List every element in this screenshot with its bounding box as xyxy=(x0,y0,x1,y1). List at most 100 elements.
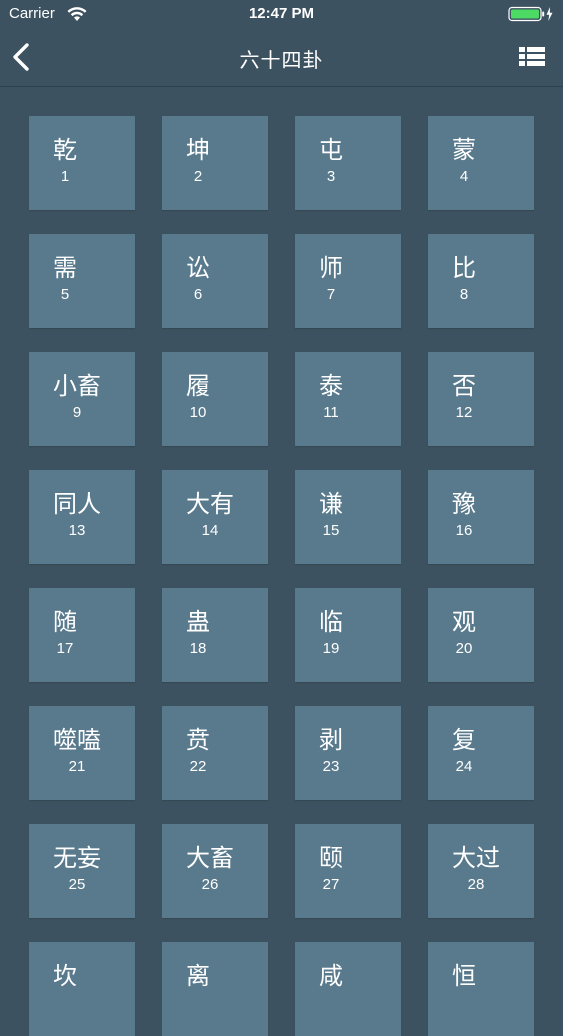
hexagram-number: 19 xyxy=(322,640,340,657)
navigation-bar: 六十四卦 xyxy=(0,30,563,87)
hexagram-number: 16 xyxy=(455,522,473,539)
hexagram-tile[interactable]: 豫 16 xyxy=(428,470,534,564)
hexagram-tile[interactable]: 复 24 xyxy=(428,706,534,800)
hexagram-name: 贲 xyxy=(186,726,210,754)
hexagram-name: 噬嗑 xyxy=(53,726,101,754)
hexagram-name: 履 xyxy=(186,372,210,400)
hexagram-tile[interactable]: 坤2 xyxy=(162,116,268,210)
hexagram-tile[interactable]: 大有 14 xyxy=(162,470,268,564)
hexagram-tile[interactable]: 噬嗑 21 xyxy=(29,706,135,800)
hexagram-name: 离 xyxy=(186,962,210,990)
hexagram-number: 14 xyxy=(201,522,219,539)
hexagram-number: 3 xyxy=(326,168,336,185)
hexagram-tile[interactable]: 离 xyxy=(162,942,268,1036)
hexagram-tile-content: 谦 15 xyxy=(319,490,343,540)
hexagram-name: 大过 xyxy=(452,844,500,872)
hexagram-tile[interactable]: 比8 xyxy=(428,234,534,328)
hexagram-number: 1 xyxy=(60,168,70,185)
hexagram-tile[interactable]: 小畜 9 xyxy=(29,352,135,446)
hexagram-tile[interactable]: 泰 11 xyxy=(295,352,401,446)
hexagram-tile[interactable]: 大过 28 xyxy=(428,824,534,918)
hexagram-number: 2 xyxy=(193,168,203,185)
hexagram-name: 豫 xyxy=(452,490,476,518)
hexagram-number: 6 xyxy=(193,286,203,303)
hexagram-number: 13 xyxy=(68,522,86,539)
hexagram-tile[interactable]: 讼6 xyxy=(162,234,268,328)
hexagram-name: 坤 xyxy=(186,136,210,164)
hexagram-tile-content: 大过 28 xyxy=(452,844,500,894)
hexagram-tile[interactable]: 咸 xyxy=(295,942,401,1036)
hexagram-number: 20 xyxy=(455,640,473,657)
hexagram-tile-content: 坎 xyxy=(53,962,77,994)
hexagram-number: 25 xyxy=(68,876,86,893)
hexagram-tile[interactable]: 需5 xyxy=(29,234,135,328)
status-bar: Carrier 12:47 PM xyxy=(0,0,563,30)
hexagram-tile-content: 噬嗑 21 xyxy=(53,726,101,776)
clock-time: 12:47 PM xyxy=(248,5,315,22)
charging-bolt-icon xyxy=(546,7,553,21)
hexagram-tile[interactable]: 坎 xyxy=(29,942,135,1036)
hexagram-tile[interactable]: 恒 xyxy=(428,942,534,1036)
hexagram-name: 讼 xyxy=(186,254,210,282)
hexagram-tile-content: 同人 13 xyxy=(53,490,101,540)
hexagram-tile[interactable]: 剥 23 xyxy=(295,706,401,800)
hexagram-tile[interactable]: 观 20 xyxy=(428,588,534,682)
hexagram-tile-content: 履 10 xyxy=(186,372,210,422)
hexagram-number: 4 xyxy=(459,168,469,185)
hexagram-number: 21 xyxy=(68,758,86,775)
hexagram-tile[interactable]: 履 10 xyxy=(162,352,268,446)
hexagram-tile[interactable]: 蒙4 xyxy=(428,116,534,210)
hexagram-tile-content: 否 12 xyxy=(452,372,476,422)
hexagram-number: 10 xyxy=(189,404,207,421)
hexagram-tile-content: 泰 11 xyxy=(319,372,343,422)
hexagram-tile-content: 大畜 26 xyxy=(186,844,234,894)
hexagram-tile-content: 大有 14 xyxy=(186,490,234,540)
hexagram-name: 需 xyxy=(53,254,77,282)
hexagram-tile[interactable]: 临 19 xyxy=(295,588,401,682)
hexagram-tile[interactable]: 无妄 25 xyxy=(29,824,135,918)
hexagram-tile-content: 屯3 xyxy=(319,136,343,186)
hexagram-name: 观 xyxy=(452,608,476,636)
hexagram-tile-content: 比8 xyxy=(452,254,476,304)
hexagram-name: 比 xyxy=(452,254,476,282)
hexagram-name: 同人 xyxy=(53,490,101,518)
hexagram-name: 大畜 xyxy=(186,844,234,872)
hexagram-tile-content: 蒙4 xyxy=(452,136,476,186)
hexagram-tile-content: 复 24 xyxy=(452,726,476,776)
hexagram-name: 无妄 xyxy=(53,844,101,872)
hexagram-tile[interactable]: 颐 27 xyxy=(295,824,401,918)
hexagram-name: 咸 xyxy=(319,962,343,990)
hexagram-tile-content: 需5 xyxy=(53,254,77,304)
hexagram-tile[interactable]: 同人 13 xyxy=(29,470,135,564)
hexagram-tile-content: 观 20 xyxy=(452,608,476,658)
hexagram-tile[interactable]: 贲 22 xyxy=(162,706,268,800)
hexagram-name: 小畜 xyxy=(53,372,101,400)
hexagram-tile[interactable]: 蛊 18 xyxy=(162,588,268,682)
hexagram-name: 否 xyxy=(452,372,476,400)
battery-icon xyxy=(508,6,553,22)
hexagram-name: 复 xyxy=(452,726,476,754)
hexagram-number: 5 xyxy=(60,286,70,303)
hexagram-name: 剥 xyxy=(319,726,343,754)
hexagram-tile[interactable]: 谦 15 xyxy=(295,470,401,564)
hexagram-tile-content: 剥 23 xyxy=(319,726,343,776)
hexagram-number: 26 xyxy=(201,876,219,893)
hexagram-number: 22 xyxy=(189,758,207,775)
hexagram-tile-content: 蛊 18 xyxy=(186,608,210,658)
hexagram-tile[interactable]: 随 17 xyxy=(29,588,135,682)
list-icon[interactable] xyxy=(512,42,552,74)
hexagram-tile-content: 贲 22 xyxy=(186,726,210,776)
hexagram-tile[interactable]: 大畜 26 xyxy=(162,824,268,918)
hexagram-number: 8 xyxy=(459,286,469,303)
hexagram-number: 27 xyxy=(322,876,340,893)
hexagram-number: 9 xyxy=(72,404,82,421)
hexagram-tile-content: 离 xyxy=(186,962,210,994)
hexagram-tile[interactable]: 师7 xyxy=(295,234,401,328)
hexagram-number: 24 xyxy=(455,758,473,775)
hexagram-tile[interactable]: 乾1 xyxy=(29,116,135,210)
hexagram-tile[interactable]: 屯3 xyxy=(295,116,401,210)
hexagram-number: 12 xyxy=(455,404,473,421)
hexagram-tile[interactable]: 否 12 xyxy=(428,352,534,446)
hexagram-tile-content: 乾1 xyxy=(53,136,77,186)
hexagram-number: 11 xyxy=(323,404,339,421)
